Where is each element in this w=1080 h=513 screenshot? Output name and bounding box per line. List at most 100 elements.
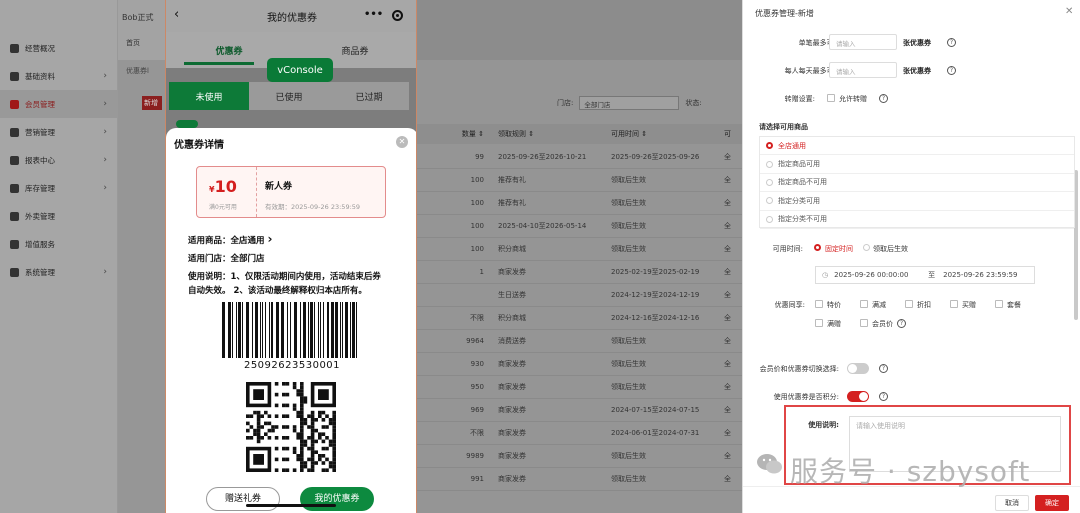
date-range-picker[interactable]: ◷ 2025-09-26 00:00:00 至 2025-09-26 23:59… — [815, 266, 1035, 284]
sidebar-item[interactable]: 会员管理 › — [0, 90, 117, 118]
qr-module — [300, 414, 304, 418]
qr-module — [310, 457, 315, 462]
benefit-checkbox[interactable] — [860, 300, 868, 308]
time-after-radio[interactable] — [863, 244, 870, 251]
benefit-checkbox[interactable] — [905, 300, 913, 308]
qr-module — [292, 407, 297, 411]
my-coupons-button[interactable]: 我的优惠券 — [300, 487, 374, 511]
table-row[interactable]: 1 商家发券 2025-02-19至2025-02-19 全 — [417, 261, 742, 284]
th-time[interactable]: 可用时间 ⇕ — [605, 129, 718, 139]
help-icon[interactable]: ? — [947, 38, 956, 47]
help-icon[interactable]: ? — [879, 94, 888, 103]
applicable-goods[interactable]: 适用商品：全店通用 › — [188, 232, 272, 246]
help-icon[interactable]: ? — [897, 319, 906, 328]
more-icon[interactable]: ••• — [364, 9, 383, 20]
barcode-bar — [281, 302, 284, 358]
cell-time: 领取后生效 — [611, 383, 646, 391]
benefit-checkbox[interactable] — [995, 300, 1003, 308]
qr-module — [264, 410, 268, 415]
table-row[interactable]: 100 积分商城 领取后生效 全 — [417, 238, 742, 261]
benefit-checkbox[interactable] — [860, 319, 868, 327]
admin-sidebar: 经营概况 基础资料 › 会员管理 › 营销管理 › 报表中心 › 库存管理 › 外卖管理 增值服务 系统管… — [0, 0, 118, 513]
allow-transfer-checkbox[interactable] — [827, 94, 835, 102]
sidebar-item[interactable]: 基础资料 › — [0, 62, 117, 90]
table-row[interactable]: 930 商家发券 领取后生效 全 — [417, 353, 742, 376]
help-icon[interactable]: ? — [947, 66, 956, 75]
date-start[interactable]: 2025-09-26 00:00:00 — [834, 271, 920, 279]
gift-coupon-button[interactable]: 赠送礼券 — [206, 487, 280, 511]
table-row[interactable]: 991 商家发券 领取后生效 全 — [417, 468, 742, 491]
qr-module — [310, 436, 315, 440]
daily-limit-input[interactable]: 请输入 — [829, 62, 897, 78]
benefit-checkbox[interactable] — [815, 300, 823, 308]
store-select[interactable]: 全部门店 — [579, 96, 680, 110]
cell-time: 领取后生效 — [611, 337, 646, 345]
benefit-checkbox[interactable] — [815, 319, 823, 327]
th-rule[interactable]: 领取规则 ⇕ — [492, 129, 605, 139]
qr-module — [271, 428, 275, 433]
usage-note-2: 自动失效。 2、该活动最终解释权归本店所有。 — [188, 286, 367, 296]
table-row[interactable]: 100 推荐有礼 领取后生效 全 — [417, 169, 742, 192]
th-count[interactable]: 数量 ⇕ — [417, 129, 492, 139]
table-row[interactable]: 100 2025-04-10至2026-05-14 领取后生效 全 — [417, 215, 742, 238]
vconsole-button[interactable]: vConsole — [267, 58, 333, 82]
sidebar-item[interactable]: 经营概况 — [0, 34, 117, 62]
table-row[interactable]: 969 商家发券 2024-07-15至2024-07-15 全 — [417, 399, 742, 422]
sidebar-item[interactable]: 库存管理 › — [0, 174, 117, 202]
goods-option[interactable]: 指定分类可用 — [760, 192, 1074, 211]
sidebar-item[interactable]: 外卖管理 — [0, 202, 117, 230]
segment-used[interactable]: 已使用 — [249, 82, 329, 110]
cell-time: 2024-12-16至2024-12-16 — [611, 314, 700, 322]
cell-rule: 商家发券 — [498, 475, 526, 483]
goods-option[interactable]: 指定分类不可用 — [760, 211, 1074, 229]
table-row[interactable]: 9964 消费送券 领取后生效 全 — [417, 330, 742, 353]
cell-rule: 商家发券 — [498, 268, 526, 276]
member-price-switch[interactable] — [847, 363, 869, 374]
cell-rule: 商家发券 — [498, 383, 526, 391]
sidebar-item[interactable]: 报表中心 › — [0, 146, 117, 174]
tab-coupon[interactable]: 优惠券l — [126, 66, 149, 76]
sidebar-item[interactable]: 系统管理 › — [0, 258, 117, 286]
back-icon[interactable]: ‹ — [174, 7, 179, 22]
qr-module — [292, 382, 297, 386]
segment-unused[interactable]: 未使用 — [169, 82, 249, 110]
qr-module — [310, 432, 315, 436]
table-row[interactable]: 950 商家发券 领取后生效 全 — [417, 376, 742, 399]
qr-module — [267, 436, 272, 440]
sidebar-item[interactable]: 增值服务 — [0, 230, 117, 258]
target-icon[interactable] — [392, 10, 403, 21]
close-icon[interactable]: ✕ — [396, 136, 408, 148]
segment-expired[interactable]: 已过期 — [329, 82, 409, 110]
confirm-button[interactable]: 确定 — [1035, 495, 1069, 511]
qr-module — [256, 436, 261, 440]
table-row[interactable]: 100 推荐有礼 领取后生效 全 — [417, 192, 742, 215]
goods-option[interactable]: 全店通用 — [760, 137, 1074, 156]
new-button[interactable]: 新增 — [142, 96, 162, 110]
table-row[interactable]: 99 2025-09-26至2026-10-21 2025-09-26至2025-0… — [417, 146, 742, 169]
help-icon[interactable]: ? — [879, 364, 888, 373]
time-fixed-radio[interactable] — [814, 244, 821, 251]
table-row[interactable]: 9989 商家发券 领取后生效 全 — [417, 445, 742, 468]
goods-option[interactable]: 指定商品可用 — [760, 155, 1074, 174]
cell-rule: 推荐有礼 — [498, 199, 526, 207]
help-icon[interactable]: ? — [879, 392, 888, 401]
nav-home[interactable]: 首页 — [126, 38, 140, 48]
qr-module — [325, 414, 329, 418]
table-row[interactable]: 不限 积分商城 2024-12-16至2024-12-16 全 — [417, 307, 742, 330]
table-row[interactable]: 生日送券 2024-12-19至2024-12-19 全 — [417, 284, 742, 307]
qr-module — [321, 446, 326, 451]
barcode-bar — [303, 302, 306, 358]
goods-option[interactable]: 指定商品不可用 — [760, 174, 1074, 193]
cancel-button[interactable]: 取消 — [995, 495, 1029, 511]
qr-module — [307, 457, 311, 462]
benefit-checkbox[interactable] — [950, 300, 958, 308]
table-row[interactable]: 不限 商家发券 2024-06-01至2024-07-31 全 — [417, 422, 742, 445]
qr-module — [332, 410, 336, 415]
date-end[interactable]: 2025-09-26 23:59:59 — [943, 271, 1017, 279]
points-switch[interactable] — [847, 391, 869, 402]
close-icon[interactable]: ✕ — [1065, 6, 1073, 17]
sidebar-item[interactable]: 营销管理 › — [0, 118, 117, 146]
single-limit-input[interactable]: 请输入 — [829, 34, 897, 50]
qr-module — [246, 421, 250, 426]
brand-name: Bob正式 — [122, 13, 154, 22]
